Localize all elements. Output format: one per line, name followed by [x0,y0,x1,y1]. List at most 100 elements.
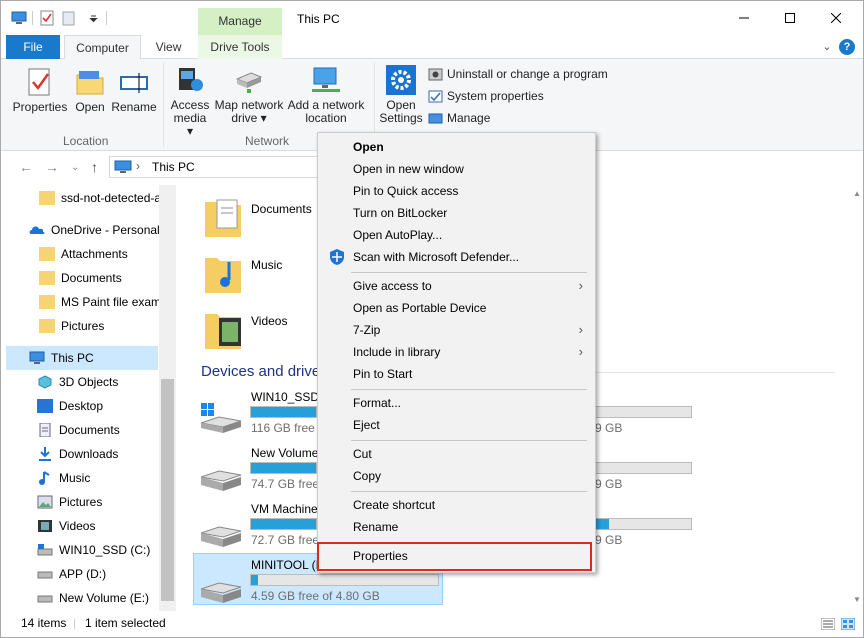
drive-name[interactable]: WIN10_SSD ( [251,390,326,404]
menu-item-pin-start[interactable]: Pin to Start [320,363,593,385]
nav-label: Downloads [59,447,119,461]
drive-total-space: 9 GB [595,477,623,491]
devices-section-header[interactable]: Devices and drive [201,363,320,380]
drive-name[interactable]: VM Machine [251,502,318,516]
properties-callout-box [317,542,592,571]
menu-item-open-new-window[interactable]: Open in new window [320,158,593,180]
breadcrumb-this-pc[interactable]: This PC [152,160,195,174]
toolbar-divider [32,11,33,25]
manage-link[interactable]: Manage [428,109,490,127]
menu-item-give-access[interactable]: Give access to › [320,275,593,297]
forward-arrow-icon[interactable]: → [45,159,59,175]
map-drive-label-2: drive ▾ [231,111,267,125]
menu-item-eject[interactable]: Eject [320,414,593,436]
chevron-down-icon[interactable] [85,10,101,26]
help-icon[interactable]: ? [839,39,855,55]
back-arrow-icon[interactable]: ← [19,159,33,175]
drive-usage-fill [251,463,316,473]
tab-file[interactable]: File [6,35,60,59]
menu-item-scan-defender[interactable]: Scan with Microsoft Defender... [320,246,593,268]
maximize-button[interactable] [767,1,813,35]
nav-label: WIN10_SSD (C:) [59,543,151,557]
drive-name[interactable]: MINITOOL (I [251,558,319,572]
onedrive-icon [29,226,45,234]
properties-check-icon[interactable] [39,10,55,26]
menu-item-create-shortcut[interactable]: Create shortcut [320,494,593,516]
drive-icon[interactable] [199,519,243,549]
access-media-label-2: media ▾ [173,111,207,138]
music-folder-label[interactable]: Music [251,258,282,272]
menu-item-pin-quick-access[interactable]: Pin to Quick access [320,180,593,202]
uninstall-program-link[interactable]: Uninstall or change a program [428,65,608,83]
submenu-arrow-icon: › [578,322,583,337]
menu-item-rename[interactable]: Rename [320,516,593,538]
ribbon-separator [163,63,164,147]
videos-folder-label[interactable]: Videos [251,314,287,328]
system-properties-link[interactable]: System properties [428,87,544,105]
add-location-label-2: location [305,111,347,125]
tab-computer[interactable]: Computer [64,35,141,60]
usb-drive-icon[interactable] [199,575,243,605]
properties-icon [28,68,50,96]
computer-icon[interactable] [11,10,27,26]
menu-item-turn-on-bitlocker[interactable]: Turn on BitLocker [320,202,593,224]
open-ribbon-button[interactable]: Open [71,67,109,114]
folder-icon [39,191,55,205]
videos-folder-icon[interactable] [203,308,243,352]
large-icons-view-icon[interactable] [841,618,855,630]
ribbon-collapse-icon[interactable]: ⌄ [819,39,835,55]
tab-view[interactable]: View [141,35,196,59]
system-properties-icon [428,90,443,103]
open-settings-button[interactable]: Open Settings [378,65,424,125]
nav-label: Music [59,471,91,485]
up-arrow-icon[interactable]: ↑ [91,159,98,175]
map-network-drive-button[interactable]: Map network drive ▾ [213,65,285,125]
properties-ribbon-button[interactable]: Properties [11,67,69,114]
maximize-icon [785,13,795,23]
content-scrollbar[interactable]: ▲ ▼ [850,185,863,611]
new-folder-icon[interactable] [61,10,77,26]
folder-icon [39,295,55,309]
scroll-up-icon[interactable]: ▲ [853,189,861,198]
drive-icon [37,571,53,579]
drive-icon[interactable] [199,463,243,493]
menu-item-open[interactable]: Open [320,136,593,158]
uninstall-label: Uninstall or change a program [447,67,608,81]
menu-item-format[interactable]: Format... [320,392,593,414]
scroll-down-icon[interactable]: ▼ [853,595,861,604]
close-button[interactable] [813,1,859,35]
menu-separator [351,491,587,492]
address-bar[interactable]: › This PC [109,156,329,178]
nav-scrollbar-thumb[interactable] [161,379,174,601]
open-folder-icon [76,71,104,95]
drive-total-space: 9 GB [595,533,623,547]
minimize-button[interactable] [721,1,767,35]
menu-item-copy[interactable]: Copy [320,465,593,487]
folder-icon [39,247,55,261]
tab-drive-tools[interactable]: Drive Tools [198,35,282,59]
navigation-pane: ssd-not-detected-a OneDrive - Personal A… [1,185,175,611]
access-media-button[interactable]: Access media ▾ [169,65,211,138]
documents-folder-label[interactable]: Documents [251,202,312,216]
menu-item-open-autoplay[interactable]: Open AutoPlay... [320,224,593,246]
drive-usage-bar-tail [595,518,692,530]
system-properties-label: System properties [447,89,544,103]
properties-label: Properties [12,100,68,114]
drive-name[interactable]: New Volume [251,446,318,460]
menu-item-include-library[interactable]: Include in library › [320,341,593,363]
details-view-icon[interactable] [821,618,835,630]
computer-icon [29,351,45,364]
music-icon [39,471,50,485]
videos-icon [38,520,52,532]
recent-locations-icon[interactable]: ⌄ [71,162,79,173]
rename-icon [120,73,148,93]
music-folder-icon[interactable] [203,252,243,296]
windows-drive-icon[interactable] [199,403,243,433]
item-count: 14 items [21,616,67,630]
rename-ribbon-button[interactable]: Rename [111,67,157,114]
documents-folder-icon[interactable] [203,196,243,240]
menu-item-portable-device[interactable]: Open as Portable Device [320,297,593,319]
menu-item-cut[interactable]: Cut [320,443,593,465]
add-network-location-button[interactable]: Add a network location [287,65,365,125]
menu-item-7zip[interactable]: 7-Zip › [320,319,593,341]
